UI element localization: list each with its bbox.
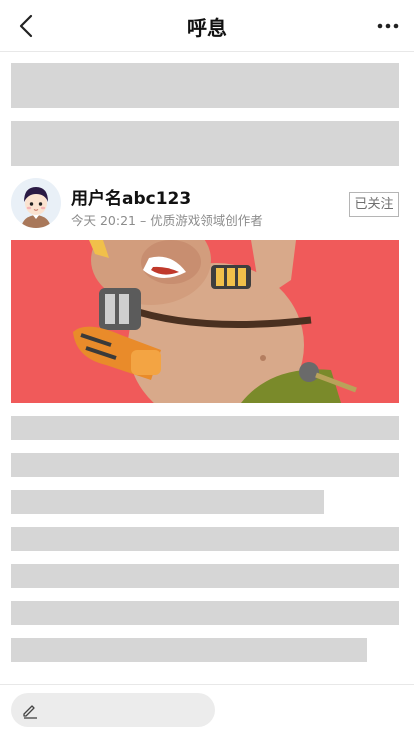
post-image[interactable] xyxy=(11,240,399,403)
content-skeleton-line xyxy=(11,416,399,440)
bottom-comment-bar xyxy=(0,684,414,736)
post-meta: 今天 20:21 – 优质游戏领域创作者 xyxy=(71,213,263,228)
comment-input[interactable] xyxy=(11,693,215,727)
content-skeleton-line xyxy=(11,527,399,551)
author-row: 用户名abc123 今天 20:21 – 优质游戏领域创作者 已关注 xyxy=(11,178,403,230)
content-skeleton-line xyxy=(11,453,399,477)
avatar-boy-icon xyxy=(11,178,61,228)
page-title: 呼息 xyxy=(187,16,227,40)
title-skeleton-line xyxy=(11,121,399,166)
pencil-icon xyxy=(23,705,37,719)
content-skeleton-line xyxy=(11,638,367,662)
top-nav-bar: 呼息 xyxy=(0,0,414,52)
follow-button[interactable]: 已关注 xyxy=(349,192,399,217)
title-skeleton-line xyxy=(11,63,399,108)
content-skeleton-line xyxy=(11,564,399,588)
cartoon-character-illustration xyxy=(11,240,399,403)
content-skeleton-line xyxy=(11,601,399,625)
content-skeleton-line xyxy=(11,490,324,514)
author-username[interactable]: 用户名abc123 xyxy=(71,184,191,209)
avatar[interactable] xyxy=(11,178,61,228)
more-dots-icon[interactable] xyxy=(374,14,402,38)
